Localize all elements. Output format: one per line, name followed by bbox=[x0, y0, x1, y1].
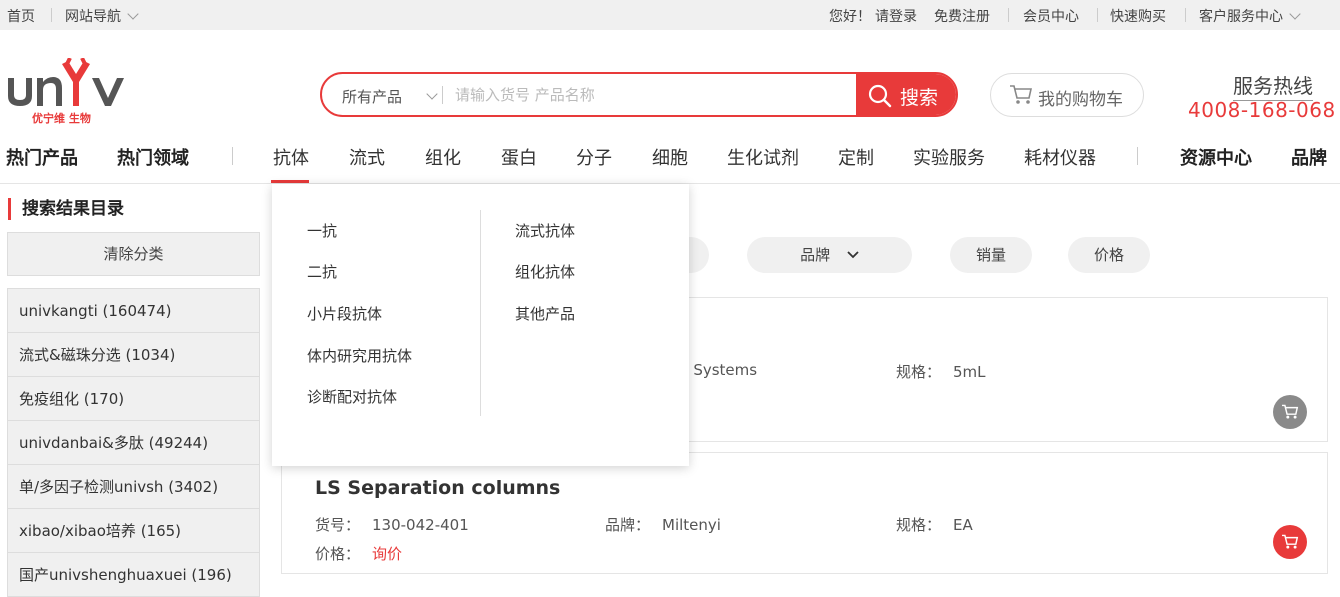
nav-brand[interactable]: 品牌 bbox=[1291, 144, 1327, 170]
sidebar-title: 搜索结果目录 bbox=[8, 198, 124, 220]
nav-resource-center[interactable]: 资源中心 bbox=[1180, 144, 1252, 170]
price-inquiry-link[interactable]: 询价 bbox=[372, 545, 402, 563]
divider bbox=[1185, 8, 1186, 22]
register-link[interactable]: 免费注册 bbox=[934, 6, 990, 26]
product-sku: 货号： 130-042-401 bbox=[315, 514, 469, 535]
univ-logo-icon: 优宁维 生物 bbox=[8, 57, 124, 125]
sort-sales-button[interactable]: 销量 bbox=[950, 237, 1032, 273]
search-button[interactable]: 搜索 bbox=[856, 74, 956, 115]
member-center-link[interactable]: 会员中心 bbox=[1023, 6, 1079, 26]
sort-brand-button[interactable]: 品牌 bbox=[747, 237, 912, 273]
product-brand: 品牌： Miltenyi bbox=[605, 514, 721, 535]
greeting-text: 您好！ bbox=[829, 9, 871, 25]
sku-label: 货号： bbox=[315, 516, 361, 534]
sku-value: 130-042-401 bbox=[372, 516, 469, 534]
sort-brand-label: 品牌 bbox=[800, 246, 831, 264]
home-link[interactable]: 首页 bbox=[7, 6, 35, 26]
menu-item-ihc-antibody[interactable]: 组化抗体 bbox=[515, 261, 575, 282]
nav-item-flow[interactable]: 流式 bbox=[349, 144, 385, 170]
site-nav-menu[interactable]: 网站导航 bbox=[65, 6, 139, 26]
hotline-number: 4008-168-068 bbox=[1188, 98, 1336, 122]
category-item[interactable]: univkangti (160474) bbox=[8, 289, 259, 333]
search-category-select[interactable]: 所有产品 bbox=[342, 86, 402, 107]
shopping-cart-icon bbox=[1282, 404, 1299, 419]
login-link[interactable]: 请登录 bbox=[875, 6, 917, 26]
menu-item-invivo-antibody[interactable]: 体内研究用抗体 bbox=[307, 345, 412, 366]
nav-item-protein[interactable]: 蛋白 bbox=[501, 144, 537, 170]
product-price: 价格： 询价 bbox=[315, 543, 402, 564]
category-list: univkangti (160474) 流式&磁珠分选 (1034) 免疫组化 … bbox=[7, 288, 260, 597]
menu-item-flow-antibody[interactable]: 流式抗体 bbox=[515, 220, 575, 241]
nav-item-molecular[interactable]: 分子 bbox=[576, 144, 612, 170]
nav-item-lab-service[interactable]: 实验服务 bbox=[913, 144, 985, 170]
category-item[interactable]: 单/多因子检测univsh (3402) bbox=[8, 465, 259, 509]
hotline-title: 服务热线 bbox=[1233, 70, 1313, 101]
category-item[interactable]: 免疫组化 (170) bbox=[8, 377, 259, 421]
spec-value: 5mL bbox=[953, 363, 986, 381]
divider bbox=[51, 8, 52, 22]
add-to-cart-button[interactable] bbox=[1273, 525, 1307, 559]
category-item[interactable]: xibao/xibao培养 (165) bbox=[8, 509, 259, 553]
nav-item-histology[interactable]: 组化 bbox=[425, 144, 461, 170]
search-input[interactable] bbox=[455, 83, 845, 107]
brand-value: Miltenyi bbox=[662, 516, 721, 534]
cart-label: 我的购物车 bbox=[1038, 90, 1123, 110]
brand-label: 品牌： bbox=[605, 516, 651, 534]
main-nav: 热门产品 热门领域 抗体 流式 组化 蛋白 分子 细胞 生化试剂 定制 实验服务… bbox=[0, 138, 1340, 184]
clear-filter-button[interactable]: 清除分类 bbox=[7, 232, 260, 276]
search-bar: 所有产品 搜索 bbox=[320, 72, 958, 117]
menu-item-secondary-antibody[interactable]: 二抗 bbox=[307, 261, 337, 282]
customer-service-label: 客户服务中心 bbox=[1199, 9, 1283, 25]
search-icon bbox=[868, 84, 892, 108]
product-brand: D Systems bbox=[677, 361, 758, 379]
divider bbox=[1008, 8, 1009, 22]
site-nav-label: 网站导航 bbox=[65, 9, 121, 25]
antibody-dropdown-menu: 一抗 二抗 小片段抗体 体内研究用抗体 诊断配对抗体 流式抗体 组化抗体 其他产… bbox=[272, 184, 689, 466]
chevron-down-icon bbox=[847, 251, 859, 259]
divider bbox=[232, 147, 233, 165]
sort-price-button[interactable]: 价格 bbox=[1068, 237, 1150, 273]
top-bar: 首页 网站导航 您好！ 请登录 免费注册 会员中心 快速购买 客户服务中心 bbox=[0, 0, 1340, 30]
nav-item-custom[interactable]: 定制 bbox=[838, 144, 874, 170]
quick-buy-link[interactable]: 快速购买 bbox=[1110, 6, 1166, 26]
price-label: 价格： bbox=[315, 545, 361, 563]
divider bbox=[480, 210, 481, 416]
add-to-cart-button[interactable] bbox=[1273, 395, 1307, 429]
shopping-cart-icon bbox=[1010, 85, 1032, 104]
chevron-down-icon bbox=[1289, 8, 1301, 20]
nav-item-antibody[interactable]: 抗体 bbox=[273, 144, 309, 170]
logo-subtitle: 优宁维 生物 bbox=[32, 111, 91, 125]
chevron-down-icon bbox=[426, 88, 438, 100]
nav-hot-fields[interactable]: 热门领域 bbox=[117, 144, 189, 170]
customer-service-menu[interactable]: 客户服务中心 bbox=[1199, 6, 1301, 26]
nav-item-biochem[interactable]: 生化试剂 bbox=[727, 144, 799, 170]
site-logo[interactable]: 优宁维 生物 bbox=[6, 57, 131, 128]
nav-active-indicator bbox=[271, 180, 309, 183]
product-name[interactable]: LS Separation columns bbox=[315, 477, 560, 499]
spec-label: 规格： bbox=[896, 516, 942, 534]
search-button-label: 搜索 bbox=[900, 87, 939, 109]
product-spec: 规格： 5mL bbox=[896, 361, 986, 382]
menu-item-primary-antibody[interactable]: 一抗 bbox=[307, 220, 337, 241]
shopping-cart-icon bbox=[1282, 534, 1299, 549]
divider bbox=[1137, 147, 1138, 165]
chevron-down-icon bbox=[127, 8, 139, 20]
category-item[interactable]: 国产univshenghuaxuei (196) bbox=[8, 553, 259, 597]
spec-label: 规格： bbox=[896, 363, 942, 381]
spec-value: EA bbox=[953, 516, 973, 534]
cart-button[interactable]: 我的购物车 bbox=[990, 73, 1144, 117]
menu-item-other-products[interactable]: 其他产品 bbox=[515, 303, 575, 324]
menu-item-diagnostic-pair[interactable]: 诊断配对抗体 bbox=[307, 386, 397, 407]
category-item[interactable]: 流式&磁珠分选 (1034) bbox=[8, 333, 259, 377]
product-card[interactable]: LS Separation columns 货号： 130-042-401 品牌：… bbox=[281, 452, 1328, 574]
nav-item-cell[interactable]: 细胞 bbox=[652, 144, 688, 170]
product-spec: 规格： EA bbox=[896, 514, 973, 535]
divider bbox=[442, 86, 443, 104]
category-item[interactable]: univdanbai&多肽 (49244) bbox=[8, 421, 259, 465]
menu-item-fragment-antibody[interactable]: 小片段抗体 bbox=[307, 303, 382, 324]
nav-hot-products[interactable]: 热门产品 bbox=[6, 144, 78, 170]
divider bbox=[1097, 8, 1098, 22]
nav-item-consumables[interactable]: 耗材仪器 bbox=[1024, 144, 1096, 170]
